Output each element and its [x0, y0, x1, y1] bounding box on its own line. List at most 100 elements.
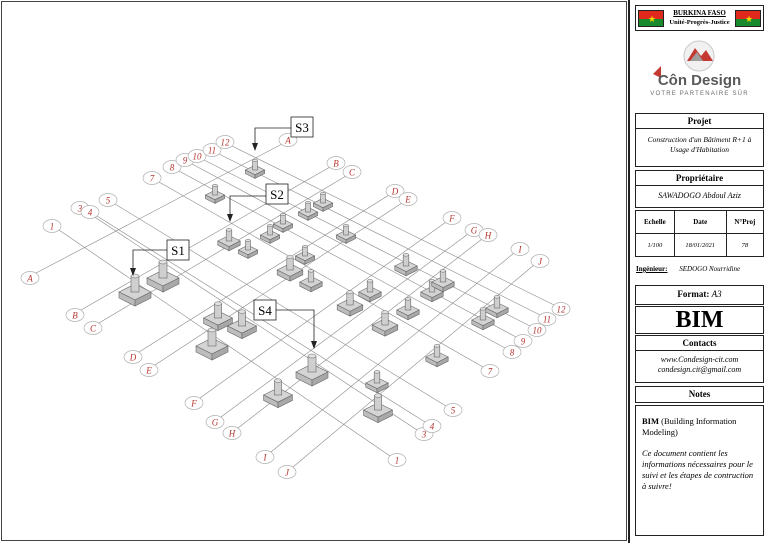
column-top	[245, 238, 251, 242]
axis-letter-right-label: A	[284, 136, 291, 146]
grid-line-letter	[220, 233, 469, 418]
company-tagline: VOTRE PARTENAIRE SÛR	[650, 91, 749, 97]
column-top	[238, 309, 246, 314]
axis-letter-left-label: D	[129, 353, 137, 363]
column-stub	[307, 270, 315, 283]
proprietaire-name: SAWADOGO Abdoul Aziz	[658, 191, 741, 200]
section-label-s1: S1	[171, 243, 185, 258]
column-top	[286, 255, 294, 260]
axis-number-left-label: 10	[193, 152, 203, 162]
website-text: www.Condesign-cit.com	[660, 355, 739, 364]
column-top	[158, 259, 168, 265]
notes-bim-bold: BIM	[642, 416, 659, 426]
column-stub	[214, 303, 222, 319]
column-top	[493, 295, 501, 299]
axis-number-left-label: 7	[150, 174, 155, 184]
nproj-label: N°Proj	[725, 210, 765, 234]
country-motto: Unité-Progrès-Justice	[669, 19, 730, 26]
axis-letter-right-label: H	[484, 231, 492, 241]
column-stub	[381, 311, 389, 326]
bim-title: BIM	[635, 306, 764, 334]
column-top	[280, 212, 286, 216]
axis-letter-right-label: C	[349, 168, 356, 178]
projet-header: Projet	[636, 114, 763, 129]
axis-number-left-label: 5	[106, 196, 111, 206]
column-stub	[238, 311, 246, 327]
axis-letter-left-label: B	[72, 311, 78, 321]
notes-header-block: Notes	[635, 386, 764, 403]
column-stub	[307, 355, 317, 373]
column-top	[343, 223, 349, 227]
meta-table-block: Echelle Date N°Proj 1/100 18/01/2021 78	[635, 210, 765, 257]
axis-number-left-label: 8	[170, 163, 175, 173]
company-name: Côn Design	[657, 72, 742, 89]
echelle-label: Echelle	[635, 210, 675, 234]
axis-number-left-label: 12	[221, 138, 231, 148]
column-stub	[433, 345, 441, 358]
proprietaire-header: Propriétaire	[636, 171, 763, 186]
column-stub	[366, 280, 374, 293]
title-block: ★ BURKINA FASO Unité-Progrès-Justice ★ C…	[628, 0, 768, 543]
date-value: 18/01/2021	[673, 233, 727, 257]
axis-number-left-label: 4	[88, 208, 93, 218]
format-value: A3	[711, 289, 722, 299]
section-label-s2: S2	[270, 187, 284, 202]
meta-table: Echelle Date N°Proj 1/100 18/01/2021 78	[635, 210, 765, 257]
proprietaire-block: Propriétaire SAWADOGO Abdoul Aziz	[635, 170, 764, 208]
column-top	[320, 191, 326, 195]
section-arrow-s2	[227, 214, 233, 222]
column-stub	[439, 270, 447, 283]
axis-letter-right-label: B	[333, 159, 339, 169]
date-label: Date	[673, 210, 727, 234]
notes-body: Ce document contient les informations né…	[642, 448, 754, 491]
axis-letter-left-label: A	[26, 274, 33, 284]
ingenieur-row: Ingénieur: SEDOGO Nourridine	[636, 265, 766, 273]
column-top	[402, 253, 410, 257]
column-top	[307, 269, 315, 273]
axis-letter-left-label: G	[212, 418, 219, 428]
column-top	[479, 307, 487, 311]
axis-letter-right-label: D	[391, 187, 399, 197]
column-stub	[274, 380, 282, 396]
axis-number-bottom-label: 10	[533, 326, 543, 336]
grid-line-number	[86, 211, 418, 431]
axis-letter-left-label: F	[190, 399, 197, 409]
axis-number-bottom-label: 7	[488, 367, 493, 377]
axis-number-bottom-label: 11	[543, 315, 551, 325]
axis-number-bottom-label: 4	[430, 422, 435, 432]
ingenieur-label: Ingénieur:	[636, 265, 668, 273]
column-top	[274, 378, 282, 383]
column-stub	[346, 291, 354, 306]
column-stub	[158, 261, 168, 279]
column-top	[439, 269, 447, 273]
axis-number-bottom-label: 12	[557, 305, 567, 315]
echelle-value: 1/100	[635, 233, 675, 257]
country-name: BURKINA FASO	[673, 9, 726, 17]
column-top	[373, 370, 381, 374]
notes-bim: BIM (Building Information Modeling)	[642, 416, 757, 438]
column-top	[302, 244, 308, 248]
axis-number-bottom-label: 8	[510, 348, 515, 358]
projet-block: Projet Construction d'un Bâtiment R+1 à …	[635, 113, 764, 167]
country-header: ★ BURKINA FASO Unité-Progrès-Justice ★	[635, 5, 764, 31]
foundation-plan-drawing: AA11BB33CC44DD55EE77FF88GG99HH1010II1111…	[20, 116, 571, 479]
axis-letter-left-label: C	[90, 324, 97, 334]
column-stub	[479, 308, 487, 321]
axis-letter-right-label: E	[404, 195, 411, 205]
burkina-flag-icon: ★	[735, 10, 761, 27]
axis-number-bottom-label: 5	[451, 406, 456, 416]
ingenieur-name: SEDOGO Nourridine	[679, 265, 741, 273]
column-top	[305, 200, 311, 204]
contacts-block: Contacts www.Condesign-cit.com condesign…	[635, 335, 764, 383]
axis-number-bottom-label: 9	[521, 337, 526, 347]
format-block: Format: A3	[635, 285, 764, 305]
column-stub	[130, 275, 140, 293]
axis-number-left-label: 11	[208, 146, 216, 156]
projet-title: Construction d'un Bâtiment R+1 à Usage d…	[647, 135, 752, 154]
column-top	[366, 279, 374, 283]
grid-line-letter	[80, 166, 331, 311]
axis-letter-right-label: F	[448, 214, 455, 224]
column-top	[404, 297, 412, 301]
column-stub	[207, 329, 217, 347]
grid-lines	[35, 143, 555, 468]
